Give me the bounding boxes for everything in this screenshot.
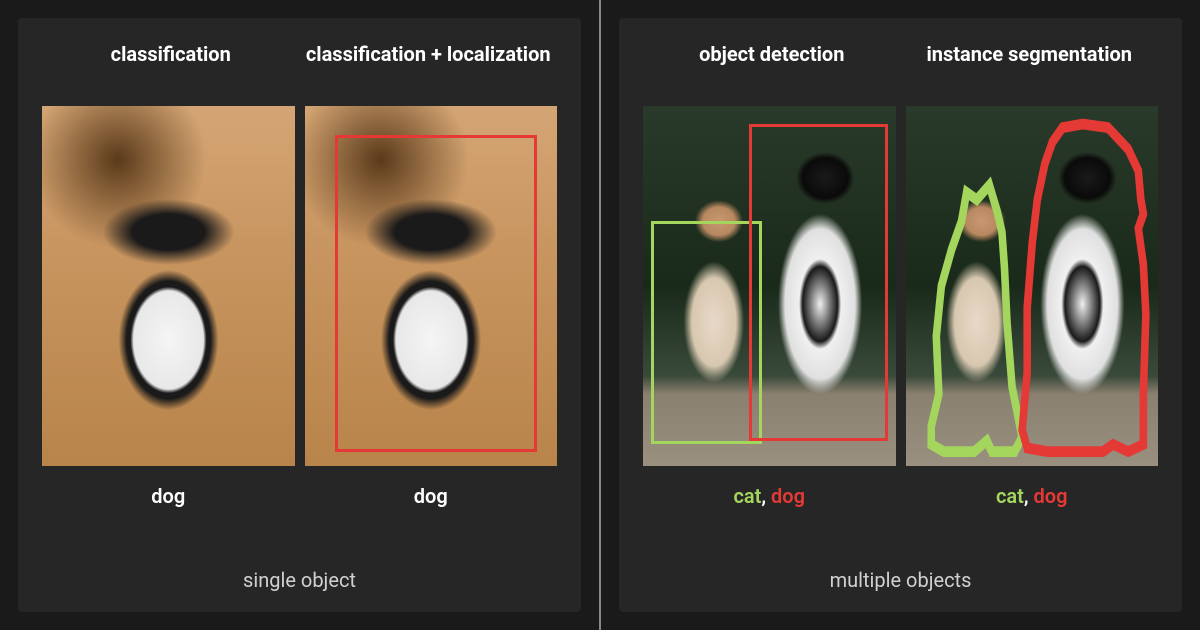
image-detection <box>643 106 896 466</box>
label-dog: dog <box>1034 484 1068 508</box>
label-classification: dog <box>151 484 185 508</box>
bbox-dog-localization <box>335 135 537 452</box>
header-segmentation: instance segmentation <box>901 42 1159 92</box>
labels-detection: cat, dog <box>733 484 805 508</box>
label-cat: cat <box>733 484 761 508</box>
cell-localization: dog <box>305 106 558 540</box>
cell-classification: dog <box>42 106 295 540</box>
caption-multiple-objects: multiple objects <box>643 568 1158 592</box>
label-cat: cat <box>996 484 1024 508</box>
segmentation-overlay <box>906 106 1159 466</box>
label-dog: dog <box>771 484 805 508</box>
label-sep: , <box>761 484 771 508</box>
right-headers: object detection instance segmentation <box>643 42 1158 92</box>
bbox-cat-detection <box>651 221 762 444</box>
header-classification: classification <box>42 42 300 92</box>
left-images: dog dog <box>42 106 557 540</box>
image-localization <box>305 106 558 466</box>
bbox-dog-detection <box>749 124 888 441</box>
cell-detection: cat, dog <box>643 106 896 540</box>
header-localization: classification + localization <box>300 42 558 92</box>
right-card: object detection instance segmentation c… <box>619 18 1182 612</box>
mask-outline-dog <box>1022 124 1146 452</box>
left-headers: classification classification + localiza… <box>42 42 557 92</box>
label-sep: , <box>1024 484 1034 508</box>
left-panel: classification classification + localiza… <box>0 0 599 630</box>
right-panel: object detection instance segmentation c… <box>601 0 1200 630</box>
photo-dog-icon <box>42 106 295 466</box>
labels-segmentation: cat, dog <box>996 484 1068 508</box>
image-segmentation <box>906 106 1159 466</box>
cell-segmentation: cat, dog <box>906 106 1159 540</box>
label-localization: dog <box>414 484 448 508</box>
left-card: classification classification + localiza… <box>18 18 581 612</box>
header-detection: object detection <box>643 42 901 92</box>
caption-single-object: single object <box>42 568 557 592</box>
mask-outline-cat <box>931 185 1022 451</box>
right-images: cat, dog cat, dog <box>643 106 1158 540</box>
image-classification <box>42 106 295 466</box>
